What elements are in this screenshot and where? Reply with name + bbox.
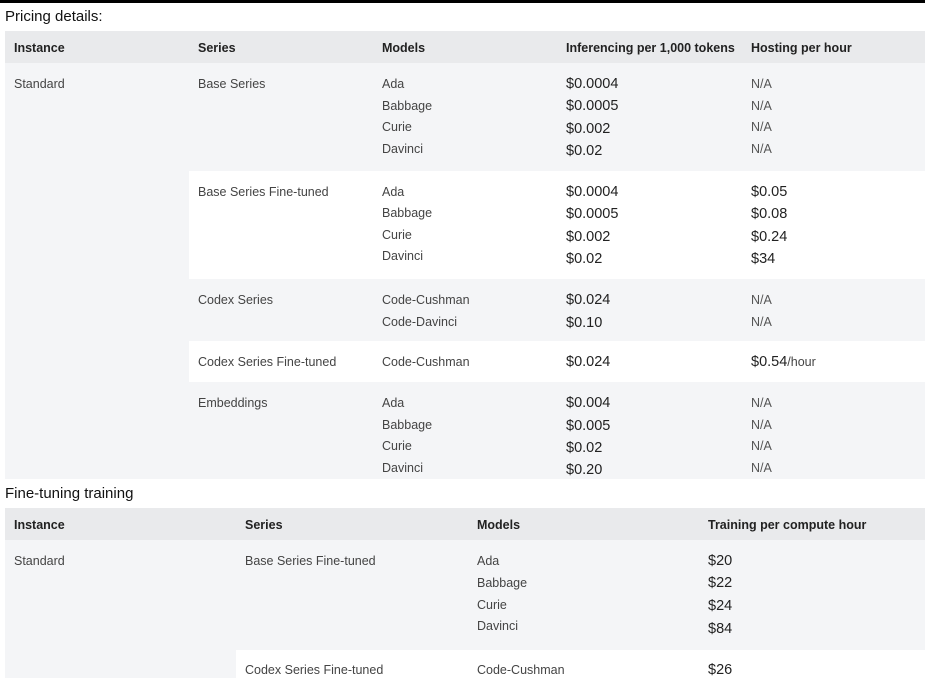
model-name: Davinci	[382, 249, 423, 263]
hosting-price: N/A	[751, 120, 772, 134]
model-name: Curie	[382, 228, 412, 242]
hosting-price: $0.24	[751, 229, 788, 245]
model-name: Code-Cushman	[477, 663, 565, 677]
group-codex-series: Codex Series Code-Cushman Code-Davinci $…	[189, 279, 925, 341]
inference-price: $0.002	[566, 229, 611, 245]
model-name: Ada	[382, 185, 405, 199]
model-name: Babbage	[382, 206, 433, 220]
training-price: $22	[708, 575, 733, 591]
training-price: $24	[708, 598, 733, 614]
series-label: Base Series Fine-tuned	[245, 554, 376, 568]
group-base-series-fine-tuned: Base Series Fine-tuned Ada Babbage Curie…	[189, 171, 925, 279]
model-name: Babbage	[477, 576, 528, 590]
header-training-price: Training per compute hour	[708, 518, 867, 532]
header-series: Series	[245, 518, 283, 532]
group-embeddings: Embeddings Ada Babbage Curie Davinci $0.…	[189, 382, 925, 479]
training-table-header: Instance Series Models Training per comp…	[5, 508, 925, 540]
training-price: $84	[708, 621, 733, 637]
hosting-price: $0.54/hour	[751, 354, 816, 370]
hosting-price-value: $0.54	[751, 354, 788, 370]
pricing-title: Pricing details:	[5, 8, 103, 25]
inference-price: $0.024	[566, 292, 611, 308]
header-inferencing: Inferencing per 1,000 tokens	[566, 41, 735, 55]
hosting-price: N/A	[751, 439, 772, 453]
model-name: Ada	[477, 554, 500, 568]
hosting-price: $0.08	[751, 206, 788, 222]
training-table: Instance Series Models Training per comp…	[5, 508, 925, 678]
hosting-price: N/A	[751, 77, 772, 91]
hosting-price: N/A	[751, 142, 772, 156]
inference-price: $0.02	[566, 440, 603, 456]
hosting-price: $0.05	[751, 184, 788, 200]
series-label: Codex Series	[198, 293, 274, 307]
hosting-price: N/A	[751, 293, 772, 307]
model-name: Curie	[382, 120, 412, 134]
inference-price: $0.0005	[566, 206, 619, 222]
inference-price: $0.002	[566, 121, 611, 137]
instance-label: Standard	[14, 77, 65, 91]
inference-price: $0.024	[566, 354, 611, 370]
group-base-series: Base Series Ada Babbage Curie Davinci $0…	[189, 63, 925, 171]
instance-cell: Standard	[5, 540, 236, 678]
series-label: Base Series Fine-tuned	[198, 185, 329, 199]
inference-price: $0.0004	[566, 76, 619, 92]
model-name: Davinci	[382, 461, 423, 475]
hosting-price: N/A	[751, 315, 772, 329]
group-codex-series-fine-tuned: Codex Series Fine-tuned Code-Cushman $26	[236, 650, 925, 678]
series-label: Codex Series Fine-tuned	[245, 663, 384, 677]
header-hosting: Hosting per hour	[751, 41, 852, 55]
hosting-price: N/A	[751, 396, 772, 410]
hosting-price-unit: /hour	[787, 355, 816, 369]
hosting-price: N/A	[751, 418, 772, 432]
model-name: Curie	[477, 598, 507, 612]
instance-cell: Standard	[5, 63, 189, 479]
pricing-table-header: Instance Series Models Inferencing per 1…	[5, 31, 925, 63]
top-border	[0, 0, 925, 3]
model-name: Code-Cushman	[382, 293, 470, 307]
model-name: Davinci	[477, 619, 518, 633]
header-series: Series	[198, 41, 236, 55]
series-label: Base Series	[198, 77, 266, 91]
model-name: Babbage	[382, 99, 433, 113]
pricing-table: Instance Series Models Inferencing per 1…	[5, 31, 925, 479]
inference-price: $0.20	[566, 462, 603, 478]
inference-price: $0.0004	[566, 184, 619, 200]
series-label: Codex Series Fine-tuned	[198, 355, 337, 369]
header-models: Models	[477, 518, 521, 532]
model-name: Ada	[382, 396, 405, 410]
model-name: Babbage	[382, 418, 433, 432]
training-title: Fine-tuning training	[5, 485, 134, 502]
training-price: $26	[708, 662, 733, 678]
inference-price: $0.10	[566, 315, 603, 331]
header-models: Models	[382, 41, 426, 55]
inference-price: $0.02	[566, 251, 603, 267]
instance-label: Standard	[14, 554, 65, 568]
training-price: $20	[708, 553, 733, 569]
inference-price: $0.004	[566, 395, 611, 411]
inference-price: $0.02	[566, 143, 603, 159]
inference-price: $0.0005	[566, 98, 619, 114]
group-base-series-fine-tuned: Base Series Fine-tuned Ada Babbage Curie…	[236, 540, 925, 650]
header-instance: Instance	[14, 518, 65, 532]
model-name: Code-Davinci	[382, 315, 458, 329]
series-label: Embeddings	[198, 396, 268, 410]
group-codex-series-fine-tuned: Codex Series Fine-tuned Code-Cushman $0.…	[189, 341, 925, 382]
model-name: Ada	[382, 77, 405, 91]
header-instance: Instance	[14, 41, 65, 55]
hosting-price: N/A	[751, 461, 772, 475]
hosting-price: N/A	[751, 99, 772, 113]
model-name: Curie	[382, 439, 412, 453]
inference-price: $0.005	[566, 418, 611, 434]
model-name: Code-Cushman	[382, 355, 470, 369]
model-name: Davinci	[382, 142, 423, 156]
hosting-price: $34	[751, 251, 776, 267]
